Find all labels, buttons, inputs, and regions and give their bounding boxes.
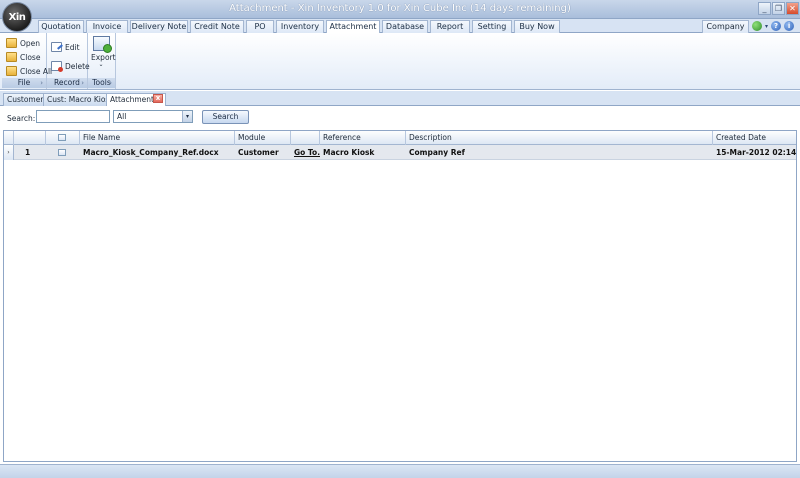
close-label: Close: [20, 52, 41, 62]
tab-inventory[interactable]: Inventory: [276, 20, 324, 33]
help-icons: ▾ ? i: [752, 21, 795, 31]
delete-button[interactable]: Delete: [51, 60, 90, 72]
table-row[interactable]: › 1 Macro_Kiosk_Company_Ref.docx Custome…: [4, 145, 796, 160]
tools-group-label: Tools ›: [88, 78, 115, 88]
export-icon: [92, 36, 112, 53]
search-button[interactable]: Search: [202, 110, 249, 124]
col-link: [291, 131, 320, 145]
title-bar: Attachment - Xin Inventory 1.0 for Xin C…: [0, 0, 800, 19]
tab-credit-note[interactable]: Credit Note: [190, 20, 244, 33]
tab-quotation[interactable]: Quotation: [38, 20, 84, 33]
folder-close-icon: [6, 52, 17, 62]
export-dropdown-icon: ⌄: [98, 61, 104, 68]
tools-group-text: Tools: [92, 78, 111, 87]
folder-open-icon: [6, 38, 17, 48]
file-group: Open Close Close All File ›: [2, 33, 52, 89]
app-logo[interactable]: Xin: [2, 2, 32, 32]
attachment-grid: File Name Module Reference Description C…: [3, 130, 797, 462]
col-description[interactable]: Description: [406, 131, 713, 145]
record-group-text: Record: [54, 78, 80, 87]
grid-header: File Name Module Reference Description C…: [4, 131, 796, 145]
record-launcher-icon[interactable]: ›: [81, 78, 84, 88]
doc-tab-customer[interactable]: Customer: [3, 93, 48, 106]
row-header-corner: [4, 131, 14, 145]
restore-button[interactable]: ❐: [772, 2, 785, 15]
document-tabs: Customer Cust: Macro Kiosk Attachment x: [0, 91, 800, 106]
search-scope-value: All: [117, 112, 127, 121]
open-button[interactable]: Open: [6, 37, 40, 49]
close-tab-icon[interactable]: x: [153, 94, 163, 103]
col-created-date[interactable]: Created Date: [713, 131, 796, 145]
info-icon[interactable]: i: [784, 21, 795, 31]
company-button[interactable]: Company: [702, 20, 749, 33]
window-title: Attachment - Xin Inventory 1.0 for Xin C…: [229, 3, 571, 14]
ribbon-tab-strip: Quotation Invoice Delivery Note Credit N…: [0, 19, 800, 34]
edit-button[interactable]: Edit: [51, 41, 80, 53]
cell-file-name: Macro_Kiosk_Company_Ref.docx: [83, 148, 219, 157]
record-group: Edit Delete Record ›: [47, 33, 90, 89]
close-button[interactable]: ✕: [786, 2, 799, 15]
tab-buy-now[interactable]: Buy Now: [514, 20, 560, 33]
col-reference[interactable]: Reference: [320, 131, 406, 145]
tab-delivery-note[interactable]: Delivery Note: [130, 20, 188, 33]
col-module[interactable]: Module: [235, 131, 291, 145]
col-select-all[interactable]: [46, 131, 80, 145]
cell-reference: Macro Kiosk: [323, 148, 375, 157]
export-button[interactable]: Export ⌄: [91, 36, 116, 70]
edit-label: Edit: [65, 42, 80, 52]
record-group-label: Record ›: [47, 78, 87, 88]
tools-launcher-icon[interactable]: ›: [109, 78, 112, 88]
file-group-text: File: [17, 78, 31, 87]
tab-database[interactable]: Database: [382, 20, 428, 33]
cell-created-date: 15-Mar-2012 02:14: [716, 148, 796, 157]
open-label: Open: [20, 38, 41, 48]
tab-report[interactable]: Report: [430, 20, 470, 33]
tab-po[interactable]: PO: [246, 20, 274, 33]
row-checkbox[interactable]: [58, 149, 66, 156]
search-bar: Search: All ▾ Search: [0, 106, 800, 130]
dropdown-arrow-icon[interactable]: ▾: [765, 23, 768, 30]
row-indicator-icon: ›: [4, 145, 14, 160]
col-file-name[interactable]: File Name: [80, 131, 235, 145]
logo-text: Xin: [8, 11, 26, 23]
folder-close-all-icon: [6, 66, 17, 76]
tools-group: Export ⌄ Tools ›: [88, 33, 116, 89]
cell-module: Customer: [238, 148, 279, 157]
search-input[interactable]: [36, 110, 110, 123]
select-all-checkbox[interactable]: [58, 134, 66, 141]
globe-icon[interactable]: [752, 21, 762, 31]
search-label: Search:: [7, 114, 36, 123]
file-launcher-icon[interactable]: ›: [40, 78, 43, 88]
close-doc-button[interactable]: Close: [6, 51, 40, 63]
delete-icon: [51, 61, 63, 72]
ribbon: Open Close Close All File › Edit Delete R…: [0, 33, 800, 90]
edit-icon: [51, 42, 62, 52]
go-to-link[interactable]: Go To...: [291, 145, 320, 160]
status-bar: [0, 464, 800, 478]
help-icon[interactable]: ?: [771, 21, 782, 31]
chevron-down-icon[interactable]: ▾: [182, 111, 192, 122]
file-group-label: File ›: [2, 78, 46, 88]
search-scope-select[interactable]: All ▾: [113, 110, 193, 123]
col-number: [14, 131, 46, 145]
row-number: 1: [25, 148, 31, 157]
window-controls: _ ❐ ✕: [758, 2, 799, 15]
close-all-button[interactable]: Close All: [6, 65, 52, 77]
minimize-button[interactable]: _: [758, 2, 771, 15]
tab-setting[interactable]: Setting: [472, 20, 512, 33]
tab-attachment[interactable]: Attachment: [326, 20, 380, 34]
cell-description: Company Ref: [409, 148, 465, 157]
tab-invoice[interactable]: Invoice: [86, 20, 128, 33]
delete-label: Delete: [65, 61, 90, 71]
